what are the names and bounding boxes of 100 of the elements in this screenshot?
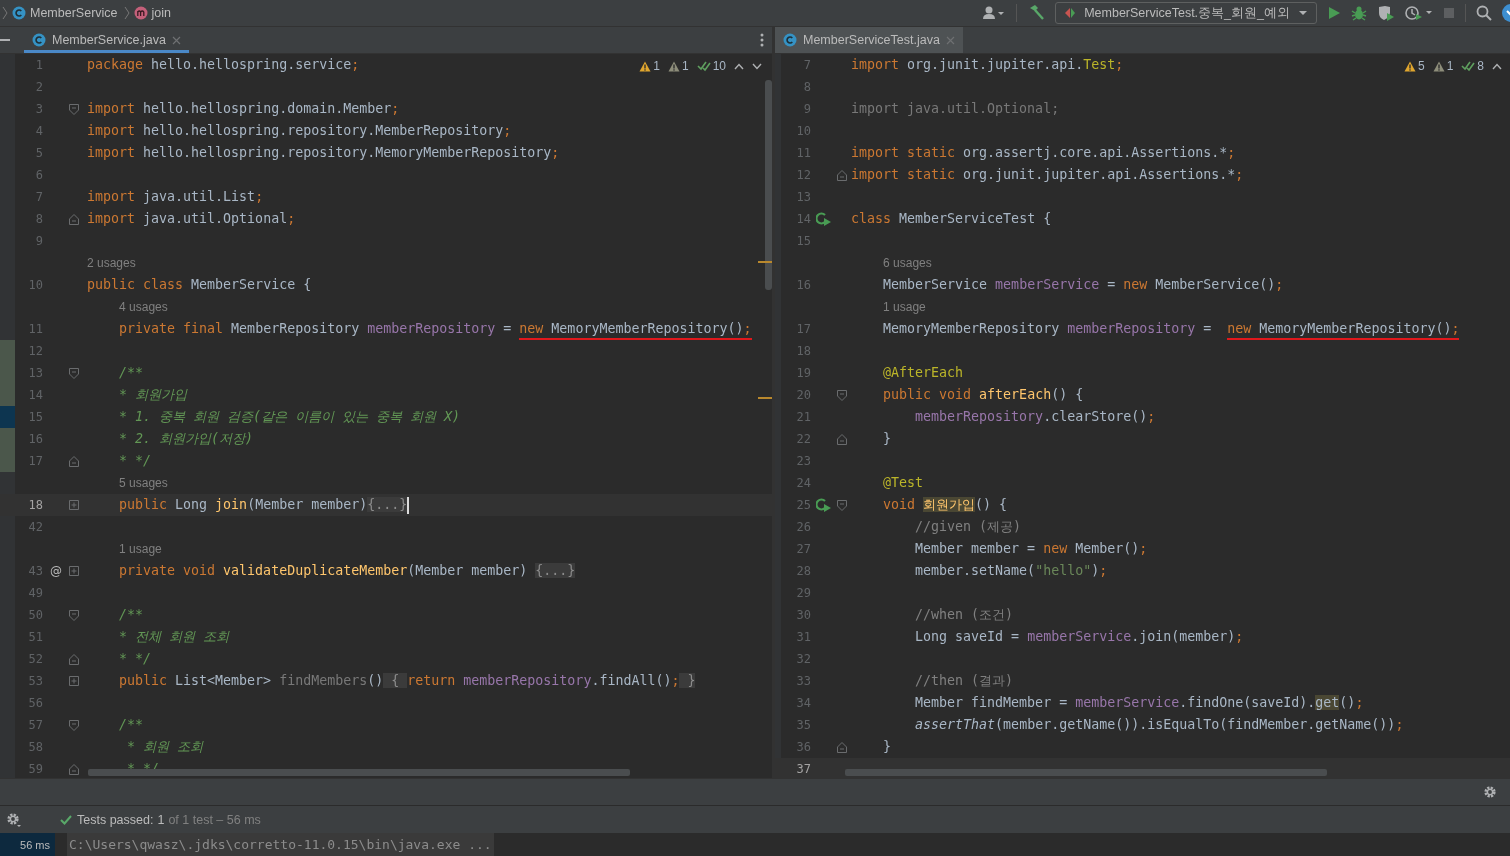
next-icon[interactable] (752, 62, 762, 70)
line-number: 29 (795, 586, 811, 600)
fold-end-icon[interactable] (69, 653, 79, 665)
line-number: 1 (34, 58, 43, 72)
scrollbar[interactable] (765, 80, 772, 290)
more-icon[interactable] (760, 33, 764, 47)
code-line: import java.util.Optional; (851, 100, 1060, 118)
inspection-count[interactable]: 10 (712, 59, 726, 73)
test-summary: of 1 test – 56 ms (168, 812, 261, 827)
inspection-count[interactable]: 1 (1446, 59, 1454, 73)
scrollbar[interactable] (88, 769, 630, 776)
line-number: 19 (795, 366, 811, 380)
fold-end-icon[interactable] (69, 213, 79, 225)
usages-hint[interactable]: 6 usages (883, 256, 932, 270)
settings-icon[interactable] (1483, 785, 1497, 799)
settings-icon[interactable] (6, 811, 22, 828)
usages-hint[interactable]: 4 usages (119, 300, 168, 314)
code-line: class MemberServiceTest { (851, 210, 1052, 228)
run-config-dropdown[interactable]: MemberServiceTest.중복_회원_예외 (1055, 2, 1317, 24)
line-number: 25 (795, 498, 811, 512)
expand-icon[interactable] (69, 566, 79, 576)
editor-tab[interactable]: MemberServiceTest.java (775, 27, 963, 53)
override-marker[interactable]: @ (50, 564, 62, 578)
close-icon[interactable] (171, 35, 181, 45)
line-number: 9 (34, 234, 43, 248)
passed-count: 1 (157, 812, 165, 827)
fold-end-icon[interactable] (837, 169, 847, 181)
line-number: 17 (795, 322, 811, 336)
line-number: 7 (34, 190, 43, 204)
profiler-icon[interactable] (1405, 5, 1433, 21)
method-icon (133, 6, 148, 20)
fold-end-icon[interactable] (837, 741, 847, 753)
code-line: memberRepository.clearStore(); (914, 408, 1156, 426)
line-number: 57 (27, 718, 43, 732)
line-number: 20 (795, 388, 811, 402)
usages-hint[interactable]: 1 usage (883, 300, 926, 314)
breadcrumb-item[interactable]: MemberService (30, 6, 118, 20)
weak-warning-icon[interactable] (667, 60, 680, 72)
run-test-icon[interactable] (816, 498, 832, 512)
warning-icon[interactable] (1403, 60, 1416, 72)
user-icon[interactable] (982, 5, 1007, 21)
fold-end-icon[interactable] (69, 763, 79, 775)
fold-icon[interactable] (69, 367, 79, 379)
usages-hint[interactable]: 2 usages (87, 256, 136, 270)
console-command[interactable]: C:\Users\qwasz\.jdks\corretto-11.0.15\bin\java.exe ... (67, 833, 494, 856)
double-check-icon[interactable] (696, 60, 711, 72)
line-number: 24 (795, 476, 811, 490)
run-icon[interactable] (1327, 6, 1341, 20)
fold-icon[interactable] (837, 389, 847, 401)
inspection-count[interactable]: 5 (1417, 59, 1425, 73)
line-number: 53 (27, 674, 43, 688)
code-line: /** (118, 716, 144, 734)
coverage-icon[interactable] (1377, 5, 1395, 21)
line-number: 10 (795, 124, 811, 138)
line-number: 51 (27, 630, 43, 644)
warning-icon[interactable] (639, 60, 652, 72)
line-number: 23 (795, 454, 811, 468)
line-number: 14 (795, 212, 811, 226)
fold-icon[interactable] (69, 103, 79, 115)
line-number: 49 (27, 586, 43, 600)
line-number: 59 (27, 762, 43, 776)
usages-hint[interactable]: 5 usages (119, 476, 168, 490)
fold-icon[interactable] (837, 499, 847, 511)
line-number: 31 (795, 630, 811, 644)
fold-icon[interactable] (69, 609, 79, 621)
line-number: 18 (795, 344, 811, 358)
run-test-icon[interactable] (816, 212, 832, 226)
expand-icon[interactable] (69, 676, 79, 686)
expand-icon[interactable] (69, 500, 79, 510)
fold-end-icon[interactable] (837, 433, 847, 445)
line-number: 33 (795, 674, 811, 688)
config-icon (1064, 7, 1077, 19)
fold-icon[interactable] (69, 719, 79, 731)
line-number: 43 (27, 564, 43, 578)
breadcrumb-item[interactable]: join (151, 6, 171, 20)
bug-icon[interactable] (1351, 5, 1367, 21)
code-line: /** (118, 606, 144, 624)
inspection-count[interactable]: 1 (653, 59, 660, 73)
close-icon[interactable] (945, 35, 955, 45)
line-number: 34 (795, 696, 811, 710)
line-number: 6 (34, 168, 43, 182)
code-line: private void validateDuplicateMember(Member member) {...} (118, 562, 576, 580)
line-number: 4 (34, 124, 43, 138)
line-number: 12 (795, 168, 811, 182)
previous-icon[interactable] (734, 62, 744, 70)
code-line: public class MemberService { (87, 276, 312, 294)
fold-end-icon[interactable] (69, 455, 79, 467)
usages-hint[interactable]: 1 usage (119, 542, 162, 556)
code-line: * */ (118, 452, 152, 470)
search-icon[interactable] (1476, 5, 1492, 21)
weak-warning-icon[interactable] (1432, 60, 1445, 72)
scrollbar[interactable] (845, 769, 1327, 776)
previous-icon[interactable] (1492, 62, 1502, 70)
code-line: import hello.hellospring.repository.MemoryMemberRepository; (87, 144, 560, 162)
inspection-count[interactable]: 8 (1477, 59, 1484, 73)
line-number: 15 (27, 410, 43, 424)
double-check-icon[interactable] (1461, 60, 1476, 72)
line-number: 2 (34, 80, 43, 94)
line-number: 52 (27, 652, 43, 666)
inspection-count[interactable]: 1 (681, 59, 689, 73)
